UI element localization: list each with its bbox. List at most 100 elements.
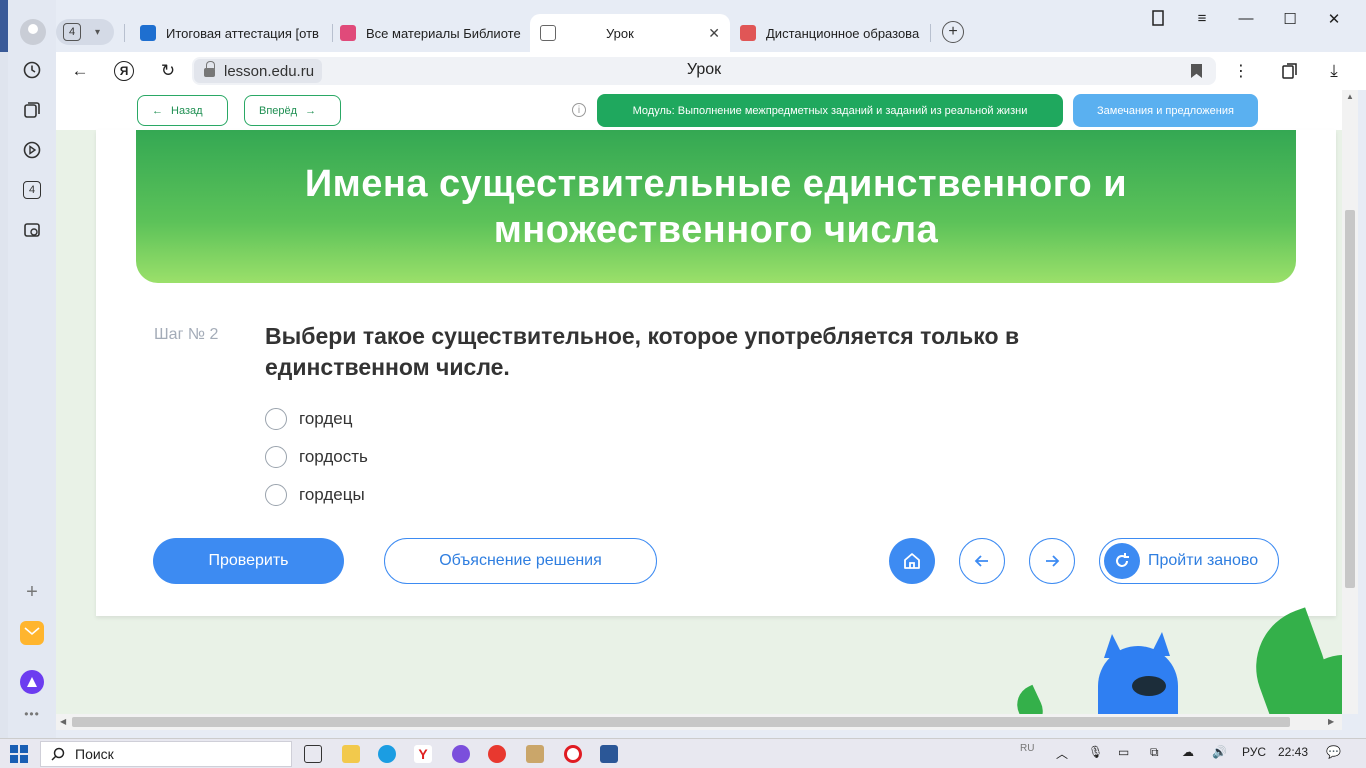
mascot-cat-illustration [1098, 632, 1178, 714]
opera-icon[interactable] [564, 745, 582, 763]
chevron-down-icon: ▾ [95, 26, 101, 38]
video-play-icon[interactable] [20, 138, 44, 162]
horizontal-scrollbar[interactable]: ◀ ▶ [56, 714, 1342, 730]
back-label: Назад [171, 104, 203, 117]
tabs-count-icon[interactable]: 4 [20, 178, 44, 202]
lang-indicator-small: RU [1020, 743, 1035, 754]
screenshot-icon[interactable] [20, 218, 44, 242]
new-tab-button[interactable]: + [942, 21, 964, 43]
home-button[interactable] [889, 538, 935, 584]
mail-icon[interactable] [20, 621, 44, 645]
yandex-browser-icon[interactable]: Y [414, 745, 432, 763]
forward-button[interactable]: Вперёд → [244, 95, 341, 126]
word-icon[interactable] [600, 745, 618, 763]
browser-sidebar: 4 + ••• [8, 0, 56, 738]
onedrive-icon[interactable]: ☁ [1182, 745, 1194, 759]
add-panel-icon[interactable]: + [20, 580, 44, 604]
clock[interactable]: 22:43 [1278, 745, 1308, 759]
library-favicon-icon [340, 25, 356, 41]
scroll-right-icon[interactable]: ▶ [1328, 717, 1334, 726]
decorative-leaf [1010, 684, 1050, 714]
file-explorer-icon[interactable] [342, 745, 360, 763]
start-button[interactable] [10, 745, 28, 763]
tab-groups-button[interactable]: 4 ▾ [56, 19, 114, 45]
app-icon[interactable] [526, 745, 544, 763]
tab-title: Все материалы Библиоте [366, 25, 521, 41]
viber-icon[interactable] [452, 745, 470, 763]
arrow-right-icon [1046, 555, 1060, 567]
next-step-button[interactable] [1029, 538, 1075, 584]
back-button[interactable]: ← Назад [137, 95, 228, 126]
language-indicator[interactable]: РУС [1242, 745, 1266, 759]
minimize-icon[interactable]: — [1236, 10, 1256, 27]
lesson-banner: Имена существительные единственного и мн… [136, 130, 1296, 283]
back-arrow-icon[interactable]: ← [67, 58, 93, 84]
radio-button[interactable] [265, 408, 287, 430]
collections-icon[interactable] [20, 98, 44, 122]
answer-option[interactable]: гордецы [265, 483, 365, 507]
book-favicon-icon [140, 25, 156, 41]
scroll-up-icon[interactable]: ▲ [1346, 92, 1354, 101]
address-toolbar: ← Я ↻ lesson.edu.ru Урок ⋮ ⤓ [56, 52, 1366, 90]
prev-step-button[interactable] [959, 538, 1005, 584]
menu-icon[interactable]: ≡ [1192, 10, 1212, 27]
arrow-right-icon: → [305, 104, 317, 117]
tab-lesson[interactable]: Урок ✕ [530, 14, 730, 52]
restart-icon [1104, 543, 1140, 579]
answer-option[interactable]: гордец [265, 407, 352, 431]
more-vertical-icon[interactable]: ⋮ [1228, 58, 1254, 84]
profile-avatar[interactable] [20, 19, 46, 45]
tab-final-certification[interactable]: Итоговая аттестация [отв [140, 14, 322, 52]
task-view-icon[interactable] [304, 745, 322, 763]
microphone-icon[interactable]: 🎙 [1088, 745, 1103, 759]
restart-button[interactable]: Пройти заново [1099, 538, 1279, 584]
lesson-header: ← Назад Вперёд → i Модуль: Выполнение ме… [56, 90, 1342, 130]
download-icon[interactable]: ⤓ [1321, 58, 1347, 84]
search-icon [51, 747, 65, 761]
lesson-card: Имена существительные единственного и мн… [96, 130, 1336, 616]
distance-favicon-icon [740, 25, 756, 41]
arrow-left-icon: ← [152, 104, 163, 117]
volume-icon[interactable]: 🔊 [1212, 745, 1227, 759]
page-viewport: ← Назад Вперёд → i Модуль: Выполнение ме… [56, 90, 1342, 714]
scroll-left-icon[interactable]: ◀ [60, 717, 66, 726]
vertical-scrollbar[interactable]: ▲ [1342, 90, 1358, 714]
yandex-icon[interactable] [488, 745, 506, 763]
vertical-scroll-thumb[interactable] [1345, 210, 1355, 588]
info-icon[interactable]: i [572, 103, 586, 117]
horizontal-scroll-thumb[interactable] [72, 717, 1290, 727]
reload-icon[interactable]: ↻ [155, 58, 181, 84]
yandex-logo-icon[interactable]: Я [111, 58, 137, 84]
page-title: Урок [686, 61, 722, 78]
taskbar-search[interactable]: Поиск [40, 741, 292, 767]
history-icon[interactable] [20, 58, 44, 82]
forward-label: Вперёд [259, 104, 298, 117]
tab-separator [124, 24, 125, 42]
radio-button[interactable] [265, 484, 287, 506]
edge-icon[interactable] [378, 745, 396, 763]
check-button[interactable]: Проверить [153, 538, 344, 584]
bookmark-tabs-icon[interactable] [1148, 10, 1168, 30]
tray-chevron-icon[interactable]: ︿ [1056, 745, 1068, 762]
close-window-icon[interactable]: ✕ [1324, 10, 1344, 28]
close-tab-icon[interactable]: ✕ [708, 25, 720, 42]
maximize-icon[interactable]: ☐ [1280, 10, 1300, 28]
home-icon [904, 553, 920, 569]
notifications-icon[interactable]: 💬 [1326, 745, 1341, 759]
network-icon[interactable]: ⧉ [1150, 745, 1159, 760]
radio-button[interactable] [265, 446, 287, 468]
address-bar[interactable]: lesson.edu.ru Урок [192, 57, 1216, 85]
tabs-count-badge: 4 [23, 181, 41, 199]
tab-distance-education[interactable]: Дистанционное образова [740, 14, 922, 52]
module-button[interactable]: Модуль: Выполнение межпредметных заданий… [597, 94, 1063, 127]
restart-label: Пройти заново [1148, 552, 1259, 569]
alice-assistant-icon[interactable] [20, 670, 44, 694]
explain-solution-button[interactable]: Объяснение решения [384, 538, 657, 584]
grid-favicon-icon [540, 25, 556, 41]
tab-library-materials[interactable]: Все материалы Библиоте [340, 14, 526, 52]
more-icon[interactable]: ••• [20, 702, 44, 726]
battery-icon[interactable]: ▭ [1118, 745, 1129, 759]
answer-option[interactable]: гордость [265, 445, 368, 469]
remarks-button[interactable]: Замечания и предложения [1073, 94, 1258, 127]
collections-toolbar-icon[interactable] [1277, 58, 1303, 84]
